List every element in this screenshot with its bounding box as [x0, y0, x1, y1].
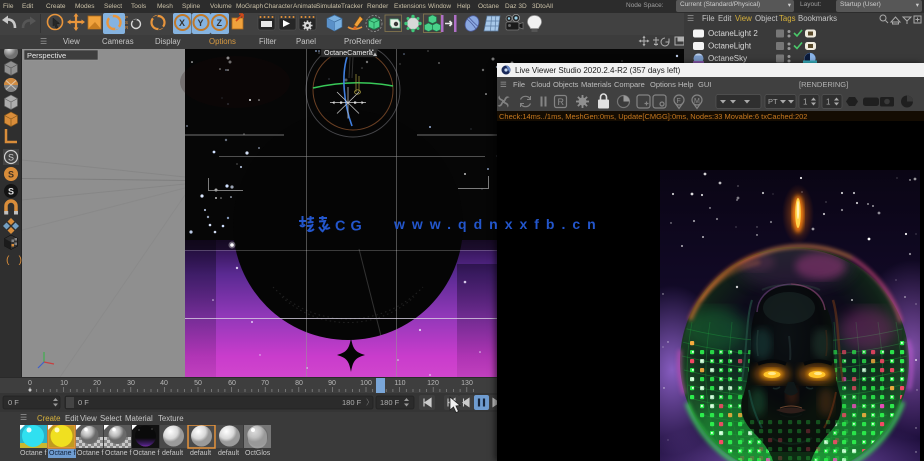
svg-text:1: 1 [826, 98, 831, 107]
svg-text:X: X [179, 18, 185, 28]
svg-text:120: 120 [427, 380, 439, 387]
svg-text:0 F: 0 F [78, 398, 89, 407]
svg-text:180 F: 180 F [342, 398, 362, 407]
svg-text:20: 20 [93, 380, 101, 387]
svg-text:50: 50 [194, 380, 202, 387]
svg-text:OctaneLight: OctaneLight [708, 42, 752, 51]
svg-text:CG: CG [335, 219, 367, 235]
svg-text:0: 0 [28, 380, 32, 387]
svg-text:1: 1 [803, 98, 808, 107]
svg-text:S: S [8, 170, 14, 180]
svg-text:PT: PT [768, 97, 778, 106]
svg-text:30: 30 [127, 380, 135, 387]
svg-text:OctaneLight 2: OctaneLight 2 [708, 29, 758, 38]
svg-text:Perspective: Perspective [27, 51, 66, 60]
svg-text:90: 90 [328, 380, 336, 387]
svg-text:130: 130 [461, 380, 473, 387]
svg-text:Z: Z [217, 18, 223, 28]
svg-text:60: 60 [228, 380, 236, 387]
svg-text:S: S [8, 153, 14, 163]
svg-text:S: S [8, 187, 14, 197]
svg-text:0 F: 0 F [8, 398, 19, 407]
svg-text:F: F [677, 98, 681, 105]
svg-text:Y: Y [198, 18, 204, 28]
svg-text:80: 80 [295, 380, 303, 387]
svg-text:R: R [558, 97, 565, 107]
svg-text:OctaneCamera: OctaneCamera [324, 49, 373, 57]
svg-text:( ): ( ) [5, 255, 22, 267]
svg-text:110: 110 [394, 380, 405, 387]
svg-text:〉: 〉 [366, 398, 374, 407]
svg-text:Live Viewer Studio 2020.2.4-R2: Live Viewer Studio 2020.2.4-R2 (357 days… [515, 66, 681, 75]
svg-text:OctaneSky: OctaneSky [708, 54, 747, 63]
svg-text:10: 10 [60, 380, 68, 387]
svg-text:70: 70 [261, 380, 269, 387]
svg-text:180 F: 180 F [380, 398, 400, 407]
svg-text:100: 100 [360, 380, 372, 387]
svg-text:40: 40 [160, 380, 168, 387]
svg-text:R: R [125, 25, 129, 30]
svg-text:M: M [694, 98, 700, 105]
